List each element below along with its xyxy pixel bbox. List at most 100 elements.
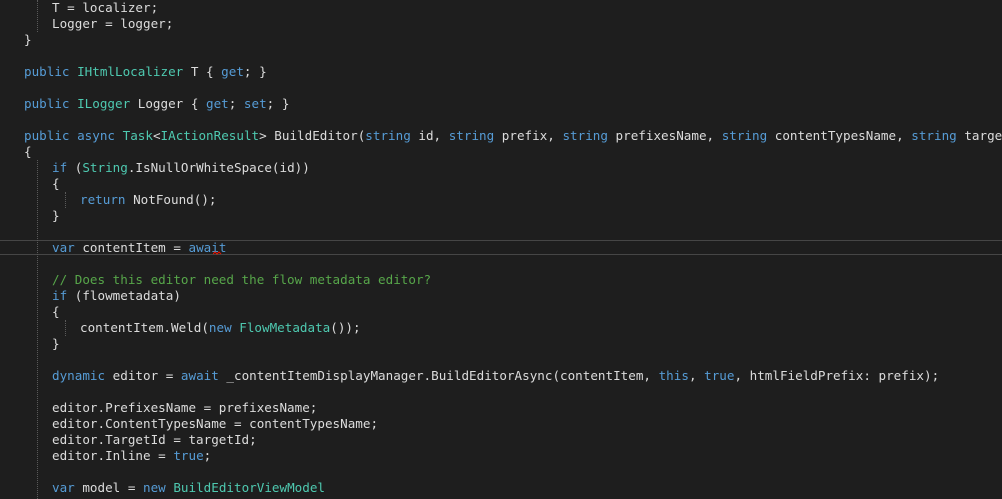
indent-guide — [37, 0, 38, 32]
code-token: prefixesName, — [607, 128, 722, 143]
code-token: targetId, — [964, 128, 1002, 143]
code-token: ; — [203, 448, 212, 463]
code-token: return — [80, 192, 126, 207]
code-token: contentItem = — [74, 240, 189, 255]
code-line[interactable]: public IHtmlLocalizer T { get; } — [24, 64, 267, 80]
code-line-current[interactable]: var contentItem = await — [52, 240, 226, 256]
code-token: if — [52, 160, 68, 175]
code-token: string — [562, 128, 608, 143]
code-token: // Does this editor need the flow metada… — [52, 272, 432, 287]
code-token: ; } — [243, 64, 267, 79]
code-token: var — [52, 240, 75, 255]
code-token: contentItem.Weld( — [80, 320, 209, 335]
code-line[interactable]: editor.ContentTypesName = contentTypesNa… — [52, 416, 378, 432]
code-token: IHtmlLocalizer — [77, 64, 184, 79]
code-token: editor.TargetId = targetId; — [52, 432, 257, 447]
code-token: String — [82, 160, 128, 175]
code-line[interactable]: // Does this editor need the flow metada… — [52, 272, 431, 288]
code-token: string — [911, 128, 957, 143]
code-token: Task — [122, 128, 153, 143]
code-token: this — [658, 368, 689, 383]
code-token: _contentItemDisplayManager.BuildEditorAs… — [218, 368, 659, 383]
code-token: FlowMetadata — [239, 320, 331, 335]
code-token: get — [221, 64, 244, 79]
code-line[interactable]: } — [52, 336, 60, 352]
code-token: , htmlFieldPrefix: prefix); — [734, 368, 940, 383]
code-token: } — [52, 208, 60, 223]
code-line[interactable]: dynamic editor = await _contentItemDispl… — [52, 368, 939, 384]
code-token: string — [448, 128, 495, 143]
code-token: editor = — [105, 368, 181, 383]
code-token: { — [52, 304, 60, 319]
code-line[interactable]: { — [24, 144, 32, 160]
code-line[interactable]: editor.PrefixesName = prefixesName; — [52, 400, 317, 416]
indent-guide — [65, 320, 66, 336]
indent-guide — [37, 160, 38, 499]
code-token: await — [180, 368, 219, 383]
code-token: T = localizer; — [52, 0, 159, 15]
code-token: public — [24, 128, 70, 143]
code-token: new — [143, 480, 166, 495]
code-token: set — [243, 96, 267, 111]
code-line[interactable]: editor.TargetId = targetId; — [52, 432, 257, 448]
code-token: { — [24, 144, 32, 159]
code-token: new — [208, 320, 232, 335]
code-line[interactable]: contentItem.Weld(new FlowMetadata()); — [80, 320, 361, 336]
code-editor[interactable]: T = localizer; Logger = logger;} public IH… — [0, 0, 1002, 499]
code-token: public — [24, 96, 70, 111]
code-token: async — [77, 128, 116, 143]
code-token: ()); — [330, 320, 361, 335]
code-token: model = — [74, 480, 143, 495]
code-line[interactable]: if (String.IsNullOrWhiteSpace(id)) — [52, 160, 310, 176]
code-line[interactable]: } — [24, 32, 32, 48]
code-token: Logger = logger; — [52, 16, 174, 31]
code-token: NotFound(); — [125, 192, 217, 207]
code-token: ; — [228, 96, 244, 111]
code-token: editor.Inline = — [52, 448, 174, 463]
code-line[interactable]: { — [52, 176, 60, 192]
indent-guide — [65, 192, 66, 208]
code-token: { — [52, 176, 60, 191]
code-token: ; } — [266, 96, 290, 111]
code-token: .IsNullOrWhiteSpace(id)) — [127, 160, 310, 175]
code-token: string — [365, 128, 411, 143]
code-line[interactable]: { — [52, 304, 60, 320]
code-token: Logger { — [130, 96, 206, 111]
code-line[interactable]: } — [52, 208, 60, 224]
code-line[interactable]: public async Task<IActionResult> BuildEd… — [24, 128, 1002, 144]
code-token: id, — [410, 128, 449, 143]
code-line[interactable]: Logger = logger; — [52, 16, 173, 32]
code-token: if — [52, 288, 68, 303]
code-token: IActionResult — [160, 128, 260, 143]
code-line[interactable]: if (flowmetadata) — [52, 288, 181, 304]
code-token: > BuildEditor( — [259, 128, 366, 143]
code-token: editor.PrefixesName = prefixesName; — [52, 400, 318, 415]
code-token: T { — [183, 64, 222, 79]
code-line[interactable]: public ILogger Logger { get; set; } — [24, 96, 289, 112]
code-token: prefix, — [494, 128, 563, 143]
code-token: , — [688, 368, 705, 383]
error-squiggle — [213, 251, 222, 255]
code-line[interactable]: var model = new BuildEditorViewModel — [52, 480, 325, 496]
code-token: true — [173, 448, 204, 463]
code-token: BuildEditorViewModel — [173, 480, 325, 495]
code-token: ILogger — [77, 96, 131, 111]
code-token: true — [704, 368, 735, 383]
code-token: contentTypesName, — [767, 128, 912, 143]
code-token: editor.ContentTypesName = contentTypesNa… — [52, 416, 379, 431]
code-token: string — [721, 128, 768, 143]
code-token: < — [152, 128, 161, 143]
code-token: ( — [67, 160, 83, 175]
code-token: get — [206, 96, 229, 111]
code-line[interactable]: return NotFound(); — [80, 192, 217, 208]
code-line[interactable]: editor.Inline = true; — [52, 448, 211, 464]
code-token: public — [24, 64, 70, 79]
code-token: var — [52, 480, 75, 495]
code-token: } — [24, 32, 32, 47]
code-line[interactable]: T = localizer; — [52, 0, 158, 16]
code-token: dynamic — [52, 368, 106, 383]
